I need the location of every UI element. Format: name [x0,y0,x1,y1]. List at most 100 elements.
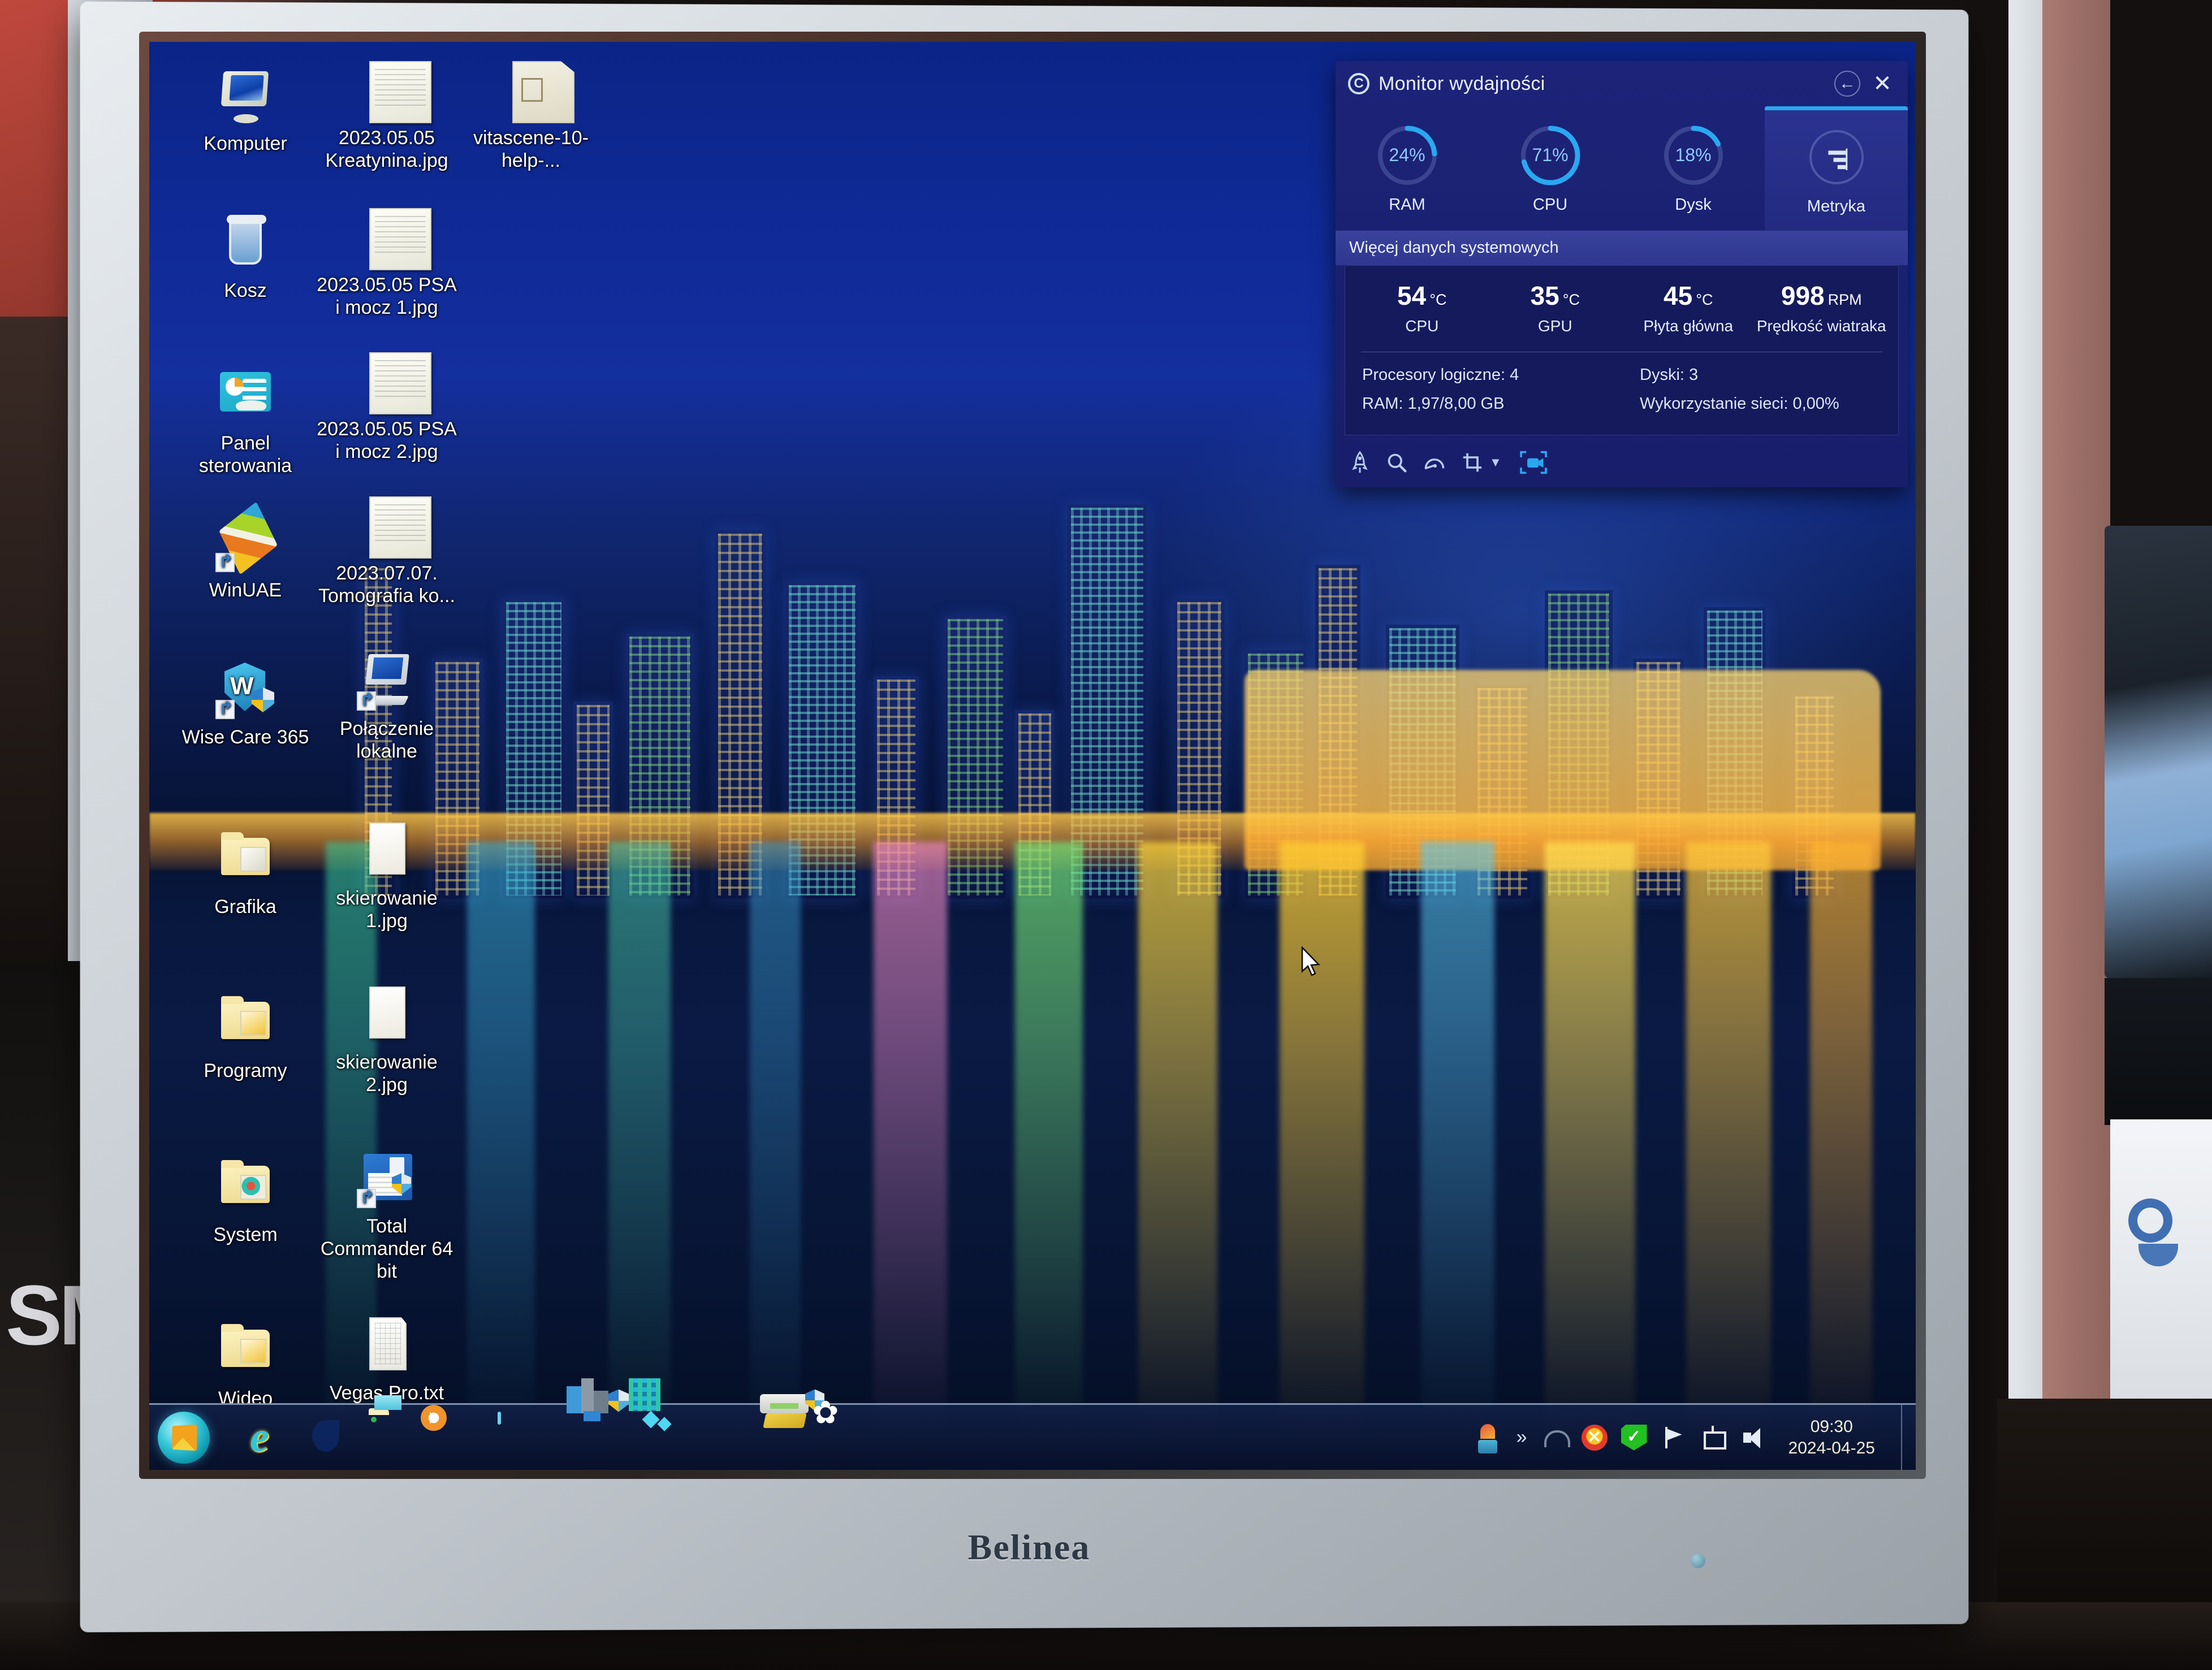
desktop-icon-programy[interactable]: Programy [172,992,319,1082]
logical-processors-line: Procesory logiczne: 4 [1362,366,1519,384]
back-icon[interactable]: ← [1834,71,1860,97]
taskbar-item-scanner[interactable] [760,1394,809,1462]
clock-date: 2024-04-25 [1788,1438,1875,1457]
stats-column-right: Dyski: 3 Wykorzystanie sieci: 0,00% [1610,366,1888,423]
crop-icon[interactable] [1462,452,1483,473]
desktop-icon-komputer[interactable]: Komputer [172,64,319,155]
desktop-icon-polaczenie-lokalne[interactable]: Połączenie lokalne [313,650,460,763]
temp-gpu: 35 °C GPU [1489,280,1622,336]
desktop-icon-total-commander[interactable]: Total Commander 64 bit [313,1147,460,1283]
temp-mb-label: Płyta główna [1643,317,1734,335]
desktop-icon-winuae[interactable]: WinUAE [172,501,319,602]
disk-value: 18% [1675,145,1712,165]
tray-app-icon[interactable] [1475,1422,1502,1453]
windows-start-orb-icon [158,1411,210,1464]
desktop-icon-skierowanie-2[interactable]: skierowanie 2.jpg [313,983,460,1096]
temp-gpu-unit: °C [1562,291,1580,308]
gauge-label: RAM [1389,195,1425,214]
desktop-icon-label: skierowanie 2.jpg [336,1052,438,1096]
fan-speed: 998 RPM Prędkość wiatraka [1755,280,1889,336]
taskbar[interactable]: e » ✕ ✓ 09:30 2024-04-25 [149,1378,1916,1470]
gauge-ram[interactable]: 24% RAM [1336,106,1479,231]
desktop-icon-kosz[interactable]: Kosz [172,211,319,302]
image-file-icon [369,208,431,270]
taskbar-item-calculator[interactable] [498,1411,546,1462]
windows-media-player-icon [430,1411,439,1425]
green-check-icon[interactable] [1621,1424,1647,1451]
tray-overflow-chevron-icon[interactable]: » [1517,1426,1527,1448]
search-icon[interactable] [1386,452,1407,473]
desktop-icon-psa-mocz-2[interactable]: 2023.05.05 PSA i mocz 2.jpg [313,350,460,463]
gauge-dysk[interactable]: 18% Dysk [1622,106,1765,231]
screen: Komputer 2023.05.05 Kreatynina.jpg vitas… [149,42,1916,1470]
rocket-icon[interactable] [1350,451,1369,474]
taskbar-item-wise-care[interactable] [608,1378,677,1462]
desktop-icon-skierowanie-1[interactable]: skierowanie 1.jpg [313,819,460,932]
gauge-metryka-tab[interactable]: Metryka [1765,106,1908,231]
desktop-icon-label: Wise Care 365 [182,726,309,748]
gauge-cpu[interactable]: 71% CPU [1479,106,1622,231]
desktop-icon-psa-mocz-1[interactable]: 2023.05.05 PSA i mocz 1.jpg [313,206,460,319]
second-monitor [2105,526,2212,978]
performance-monitor-window[interactable]: C Monitor wydajności ← ✕ 24% RAM 71% CPU… [1336,61,1908,487]
folder-icon [214,1156,276,1218]
system-tray: » 09:30 2024-04-25 [1475,1405,1916,1470]
monitor-brand-label: Belinea [967,1527,1091,1567]
volume-icon[interactable] [1740,1425,1766,1451]
desktop-icon-wise-care-365[interactable]: W Wise Care 365 [172,658,319,749]
taskbar-item-gear-tools[interactable] [805,1389,874,1462]
wise-care-icon: W [214,658,276,720]
image-file-icon [356,983,418,1045]
gauge-icon[interactable] [1424,454,1445,471]
flag-icon[interactable] [1661,1425,1687,1451]
desktop-icon-system[interactable]: System [172,1156,319,1246]
network-icon[interactable] [1700,1425,1726,1451]
taskbar-item-file-explorer[interactable] [366,1395,415,1462]
computer-icon [214,64,276,127]
desktop-icon-label: Grafika [214,896,276,918]
gauge-label: Metryka [1807,197,1866,215]
recycle-bin-icon [214,211,276,274]
desktop-icon-grafika[interactable]: Grafika [172,828,319,918]
show-desktop-button[interactable] [1901,1405,1911,1470]
taskbar-item-firefox[interactable] [694,1413,743,1462]
desktop-icon-label: 2023.07.07. Tomografia ko... [318,563,455,607]
desktop-icon-kreatynina[interactable]: 2023.05.05 Kreatynina.jpg [313,59,460,172]
internet-explorer-icon: e [250,1413,269,1461]
fan-label: Prędkość wiatraka [1756,317,1886,335]
record-icon[interactable] [1519,450,1548,475]
system-data-body: 54 °C CPU 35 °C GPU 45 °C Płyta główna 998 R… [1345,265,1899,435]
desktop-icon-label: Komputer [204,133,287,154]
gauge-row: 24% RAM 71% CPU 18% Dysk Metryka [1336,106,1908,231]
desktop-icon-wideo[interactable]: Wideo [172,1319,319,1410]
antivirus-warning-icon[interactable] [1581,1424,1608,1451]
desktop-icon-vitascene-help[interactable]: vitascene-10-help-... [457,59,604,172]
desktop-icon-panel-sterowania[interactable]: Panel sterowania [172,364,319,477]
taskbar-item-edge[interactable] [301,1413,349,1462]
image-file-icon [356,819,418,881]
wifi-icon[interactable] [1542,1425,1570,1451]
desktop-icon-label: System [213,1224,278,1245]
desktop-icon-label: vitascene-10-help-... [473,127,589,171]
taskbar-item-internet-explorer[interactable]: e [235,1413,284,1462]
ram-usage-line: RAM: 1,97/8,00 GB [1362,395,1505,413]
window-titlebar[interactable]: C Monitor wydajności ← ✕ [1336,61,1908,106]
desktop-icon-tomografia[interactable]: 2023.07.07. Tomografia ko... [313,494,460,607]
image-file-icon [369,61,431,123]
temperature-row: 54 °C CPU 35 °C GPU 45 °C Płyta główna 998 R… [1355,280,1888,336]
taskbar-item-media-player[interactable] [430,1411,481,1462]
control-panel-icon [214,364,276,426]
chevron-down-icon[interactable]: ▼ [1489,455,1502,470]
temp-cpu: 54 °C CPU [1355,280,1489,336]
folder-icon [214,1319,276,1382]
start-button[interactable] [153,1409,215,1466]
temp-gpu-label: GPU [1537,317,1572,335]
taskbar-item-city-app[interactable] [563,1378,612,1462]
temp-motherboard: 45 °C Płyta główna [1622,280,1755,336]
disks-line: Dyski: 3 [1640,366,1699,384]
clock[interactable]: 09:30 2024-04-25 [1781,1416,1883,1459]
cpu-value: 71% [1532,145,1569,165]
close-icon[interactable]: ✕ [1869,71,1895,97]
desktop-icon-vegas-pro-txt[interactable]: Vegas Pro.txt [313,1314,460,1404]
temp-gpu-value: 35 [1530,281,1559,310]
